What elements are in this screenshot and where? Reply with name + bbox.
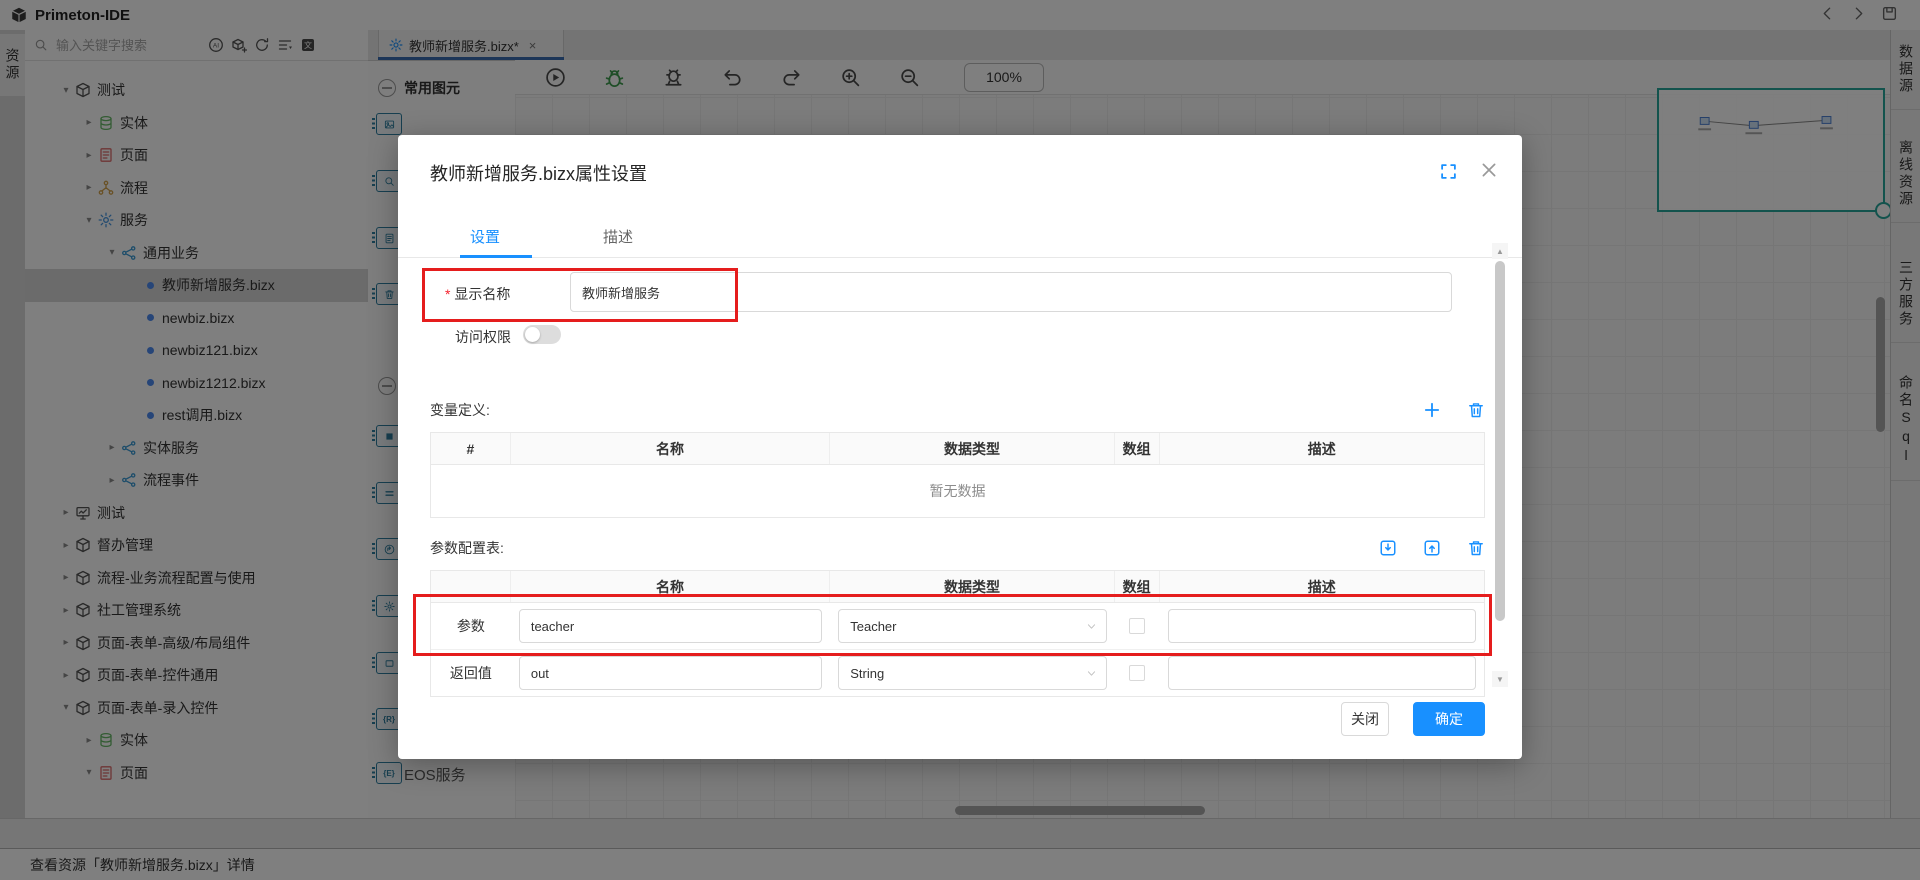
ok-button[interactable]: 确定: [1413, 702, 1485, 736]
access-label: 访问权限: [455, 327, 511, 347]
access-toggle[interactable]: [523, 325, 561, 344]
empty-data-text: 暂无数据: [431, 465, 1484, 517]
param-row: 返回值 String: [431, 650, 1484, 696]
datatype-select[interactable]: Teacher: [838, 609, 1106, 643]
fullscreen-icon[interactable]: [1440, 163, 1457, 180]
column-header: #: [431, 433, 511, 464]
param-section-label: 参数配置表:: [430, 538, 1353, 558]
scroll-down-icon[interactable]: ▼: [1492, 671, 1508, 687]
param-desc-input[interactable]: [1168, 609, 1476, 643]
delete-param-icon[interactable]: [1467, 539, 1485, 557]
param-type-label: 参数: [457, 616, 485, 636]
variable-table: #名称数据类型数组描述 暂无数据: [430, 432, 1485, 518]
scroll-up-icon[interactable]: ▲: [1492, 243, 1508, 259]
app-root: Primeton-IDE 资源 AI 文 ▾测试▸实体▸页面▸流程▾服务▾通用业…: [0, 0, 1920, 880]
param-name-input[interactable]: [519, 609, 822, 643]
display-name-input[interactable]: [570, 272, 1452, 312]
column-header: 名称: [511, 571, 830, 602]
import-icon[interactable]: [1379, 539, 1397, 557]
display-name-label: 显示名称: [445, 284, 510, 304]
tab-settings[interactable]: 设置: [470, 226, 500, 247]
close-icon[interactable]: [1480, 161, 1498, 179]
chevron-down-icon: [1086, 621, 1097, 632]
column-header: 名称: [511, 433, 830, 464]
column-header: 描述: [1160, 433, 1484, 464]
column-header: [431, 571, 511, 602]
dialog-scrollbar[interactable]: [1495, 261, 1505, 621]
param-table: 名称数据类型数组描述 参数 Teacher 返回值 String: [430, 570, 1485, 697]
array-checkbox[interactable]: [1129, 665, 1145, 681]
chevron-down-icon: [1086, 668, 1097, 679]
delete-variable-icon[interactable]: [1467, 401, 1485, 419]
column-header: 数据类型: [830, 571, 1114, 602]
param-desc-input[interactable]: [1168, 656, 1476, 690]
dialog-tabs: 设置 描述: [398, 220, 1522, 258]
variable-section-header: 变量定义:: [430, 395, 1485, 425]
column-header: 数组: [1115, 571, 1160, 602]
column-header: 数据类型: [830, 433, 1114, 464]
dialog-footer: 关闭 确定: [398, 702, 1485, 736]
tab-indicator: [460, 255, 532, 258]
param-row: 参数 Teacher: [431, 603, 1484, 650]
add-variable-icon[interactable]: [1423, 401, 1441, 419]
export-icon[interactable]: [1423, 539, 1441, 557]
column-header: 数组: [1115, 433, 1160, 464]
dialog-title: 教师新增服务.bizx属性设置: [430, 160, 647, 186]
tab-description[interactable]: 描述: [603, 226, 633, 247]
column-header: 描述: [1160, 571, 1484, 602]
datatype-select[interactable]: String: [838, 656, 1106, 690]
properties-dialog: 教师新增服务.bizx属性设置 设置 描述 显示名称 访问权限 变量定义: #名…: [398, 135, 1522, 759]
param-type-label: 返回值: [450, 663, 492, 683]
close-button[interactable]: 关闭: [1341, 702, 1389, 736]
variable-section-label: 变量定义:: [430, 400, 1397, 420]
array-checkbox[interactable]: [1129, 618, 1145, 634]
param-section-header: 参数配置表:: [430, 533, 1485, 563]
param-name-input[interactable]: [519, 656, 822, 690]
